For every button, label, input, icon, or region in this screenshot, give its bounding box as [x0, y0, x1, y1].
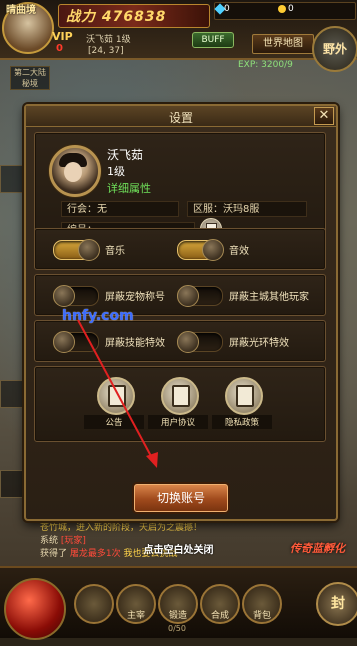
arrow-line: [77, 319, 153, 459]
arrow-head: [146, 452, 158, 468]
annotation-arrow: [77, 319, 158, 468]
